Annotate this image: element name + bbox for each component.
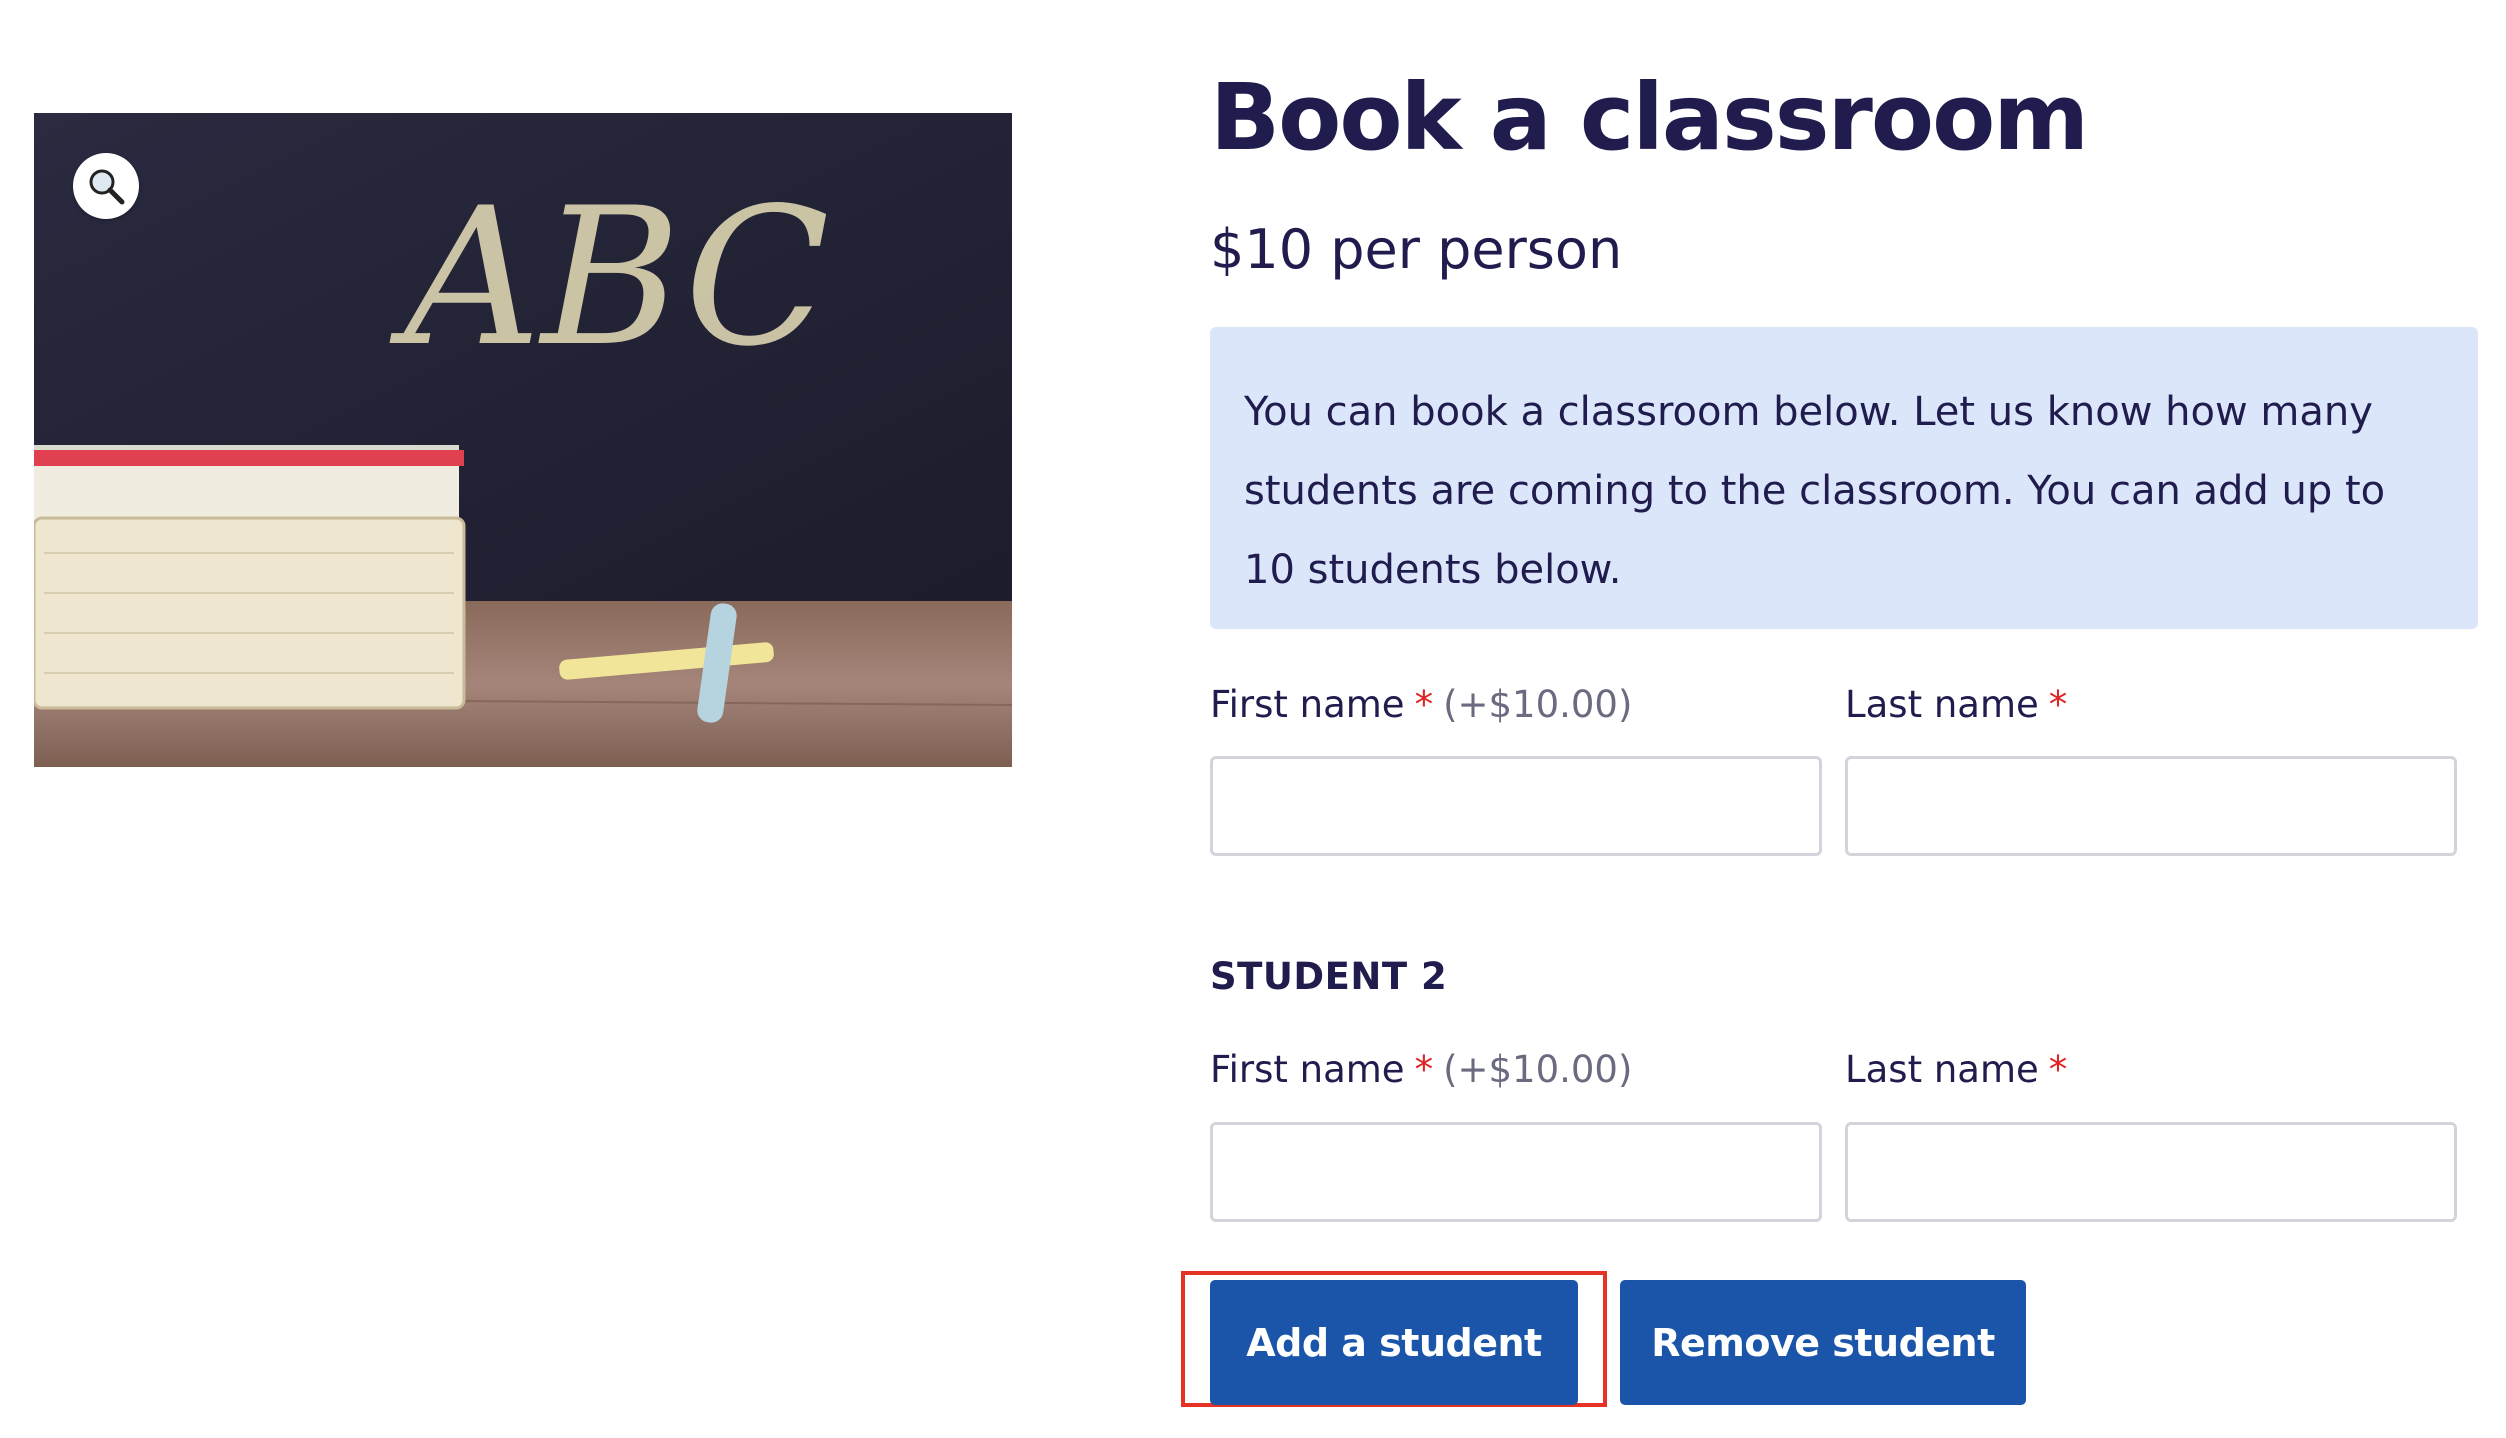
product-image[interactable]: ABC [34, 113, 1012, 767]
required-asterisk: * [1414, 1048, 1434, 1091]
student-2-heading: STUDENT 2 [1210, 955, 1448, 998]
product-price: $10 per person [1210, 218, 1623, 281]
student-1-first-name-label: First name * (+$10.00) [1210, 680, 1632, 730]
required-asterisk: * [2048, 1048, 2068, 1091]
price-addon: (+$10.00) [1443, 1048, 1633, 1091]
classroom-photo: ABC [34, 113, 1012, 767]
booking-notice: You can book a classroom below. Let us k… [1210, 327, 2478, 629]
required-asterisk: * [2048, 683, 2068, 726]
first-name-label-text: First name [1210, 1048, 1405, 1091]
price-addon: (+$10.00) [1443, 683, 1633, 726]
zoom-button[interactable] [73, 153, 139, 219]
zoom-magnifier-icon [89, 169, 125, 205]
last-name-label-text: Last name [1845, 1048, 2039, 1091]
first-name-label-text: First name [1210, 683, 1405, 726]
student-2-last-name-input[interactable] [1845, 1122, 2457, 1222]
required-asterisk: * [1414, 683, 1434, 726]
student-2-first-name-label: First name * (+$10.00) [1210, 1045, 1632, 1095]
chalk-writing: ABC [389, 167, 830, 388]
product-title: Book a classroom [1210, 64, 2089, 171]
remove-student-button[interactable]: Remove student [1620, 1280, 2026, 1405]
student-2-last-name-label: Last name * [1845, 1045, 2067, 1095]
student-1-last-name-input[interactable] [1845, 756, 2457, 856]
student-1-last-name-label: Last name * [1845, 680, 2067, 730]
last-name-label-text: Last name [1845, 683, 2039, 726]
add-student-button[interactable]: Add a student [1210, 1280, 1578, 1405]
student-1-first-name-input[interactable] [1210, 756, 1822, 856]
student-2-first-name-input[interactable] [1210, 1122, 1822, 1222]
